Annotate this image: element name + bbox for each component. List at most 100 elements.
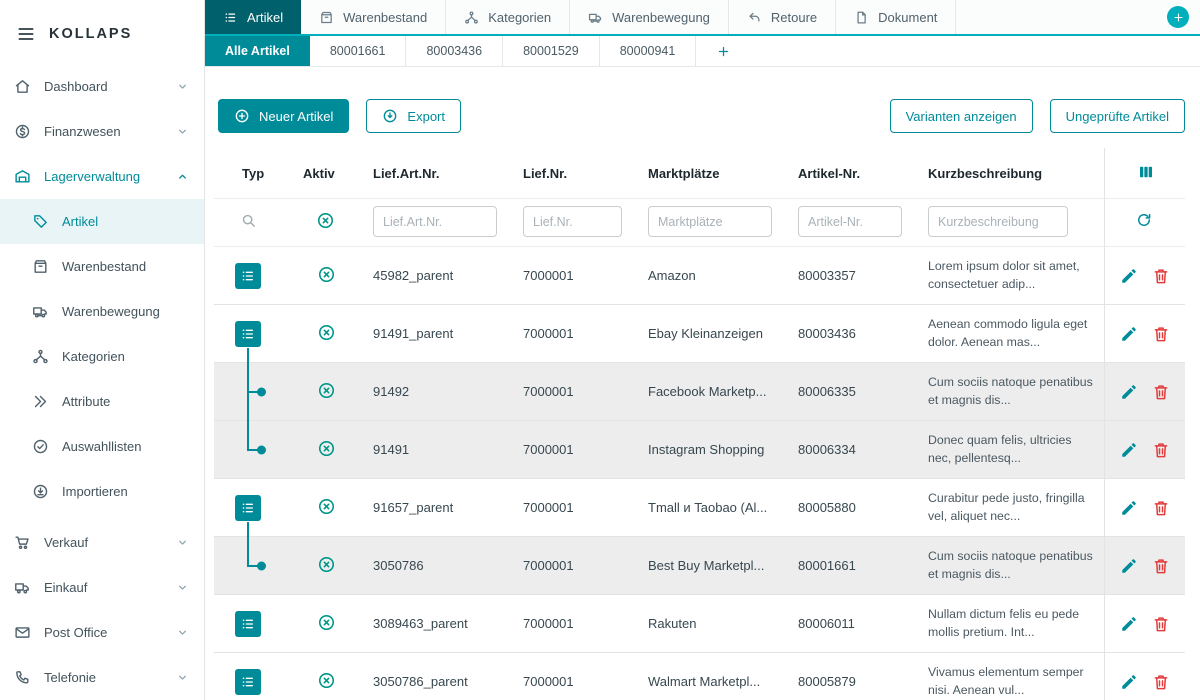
article-list-icon[interactable] xyxy=(235,263,261,289)
article-tab-80003436[interactable]: 80003436 xyxy=(406,36,503,66)
sidebar-item-warenbestand[interactable]: Warenbestand xyxy=(0,244,204,289)
tab-label: Warenbestand xyxy=(343,10,427,25)
cell-marktplatz: Tmall и Taobao (Al... xyxy=(636,479,786,537)
tab-label: Warenbewegung xyxy=(612,10,710,25)
table-row: 45982_parent7000001Amazon80003357Lorem i… xyxy=(214,247,1185,305)
cell-lief-nr: 7000001 xyxy=(511,305,636,363)
sidebar-item-warenbewegung[interactable]: Warenbewegung xyxy=(0,289,204,334)
menu-icon[interactable] xyxy=(16,24,36,44)
cell-marktplatz: Instagram Shopping xyxy=(636,421,786,479)
add-article-tab-button[interactable] xyxy=(696,36,751,66)
article-list-icon[interactable] xyxy=(235,669,261,695)
delete-row-button[interactable] xyxy=(1152,267,1170,285)
content-area: Neuer Artikel Export Varianten anzeigen … xyxy=(205,67,1200,700)
export-button[interactable]: Export xyxy=(366,99,461,133)
edit-row-button[interactable] xyxy=(1120,615,1138,633)
edit-row-button[interactable] xyxy=(1120,557,1138,575)
edit-row-button[interactable] xyxy=(1120,441,1138,459)
attributes-icon xyxy=(32,393,49,410)
tab-artikel[interactable]: Artikel xyxy=(205,0,301,34)
table-row: 3089463_parent7000001Rakuten80006011Null… xyxy=(214,595,1185,653)
sidebar-item-telefonie[interactable]: Telefonie xyxy=(0,655,204,700)
sidebar-item-artikel[interactable]: Artikel xyxy=(0,199,204,244)
variant-node-dot xyxy=(257,387,266,396)
cart-icon xyxy=(14,534,31,551)
tag-icon xyxy=(32,213,49,230)
delete-row-button[interactable] xyxy=(1152,441,1170,459)
cell-lief-art-nr: 45982_parent xyxy=(361,247,511,305)
article-tab-label: 80000941 xyxy=(620,44,676,58)
column-header-marktpl-tze: Marktplätze xyxy=(636,148,786,199)
cell-marktplatz: Rakuten xyxy=(636,595,786,653)
cell-lief-nr: 7000001 xyxy=(511,595,636,653)
sidebar-item-lagerverwaltung[interactable]: Lagerverwaltung xyxy=(0,154,204,199)
delete-row-button[interactable] xyxy=(1152,673,1170,691)
tab-retoure[interactable]: Retoure xyxy=(729,0,836,34)
add-module-button[interactable] xyxy=(1167,6,1189,28)
sidebar-item-kategorien[interactable]: Kategorien xyxy=(0,334,204,379)
delete-row-button[interactable] xyxy=(1152,383,1170,401)
sidebar-item-post-office[interactable]: Post Office xyxy=(0,610,204,655)
columns-icon[interactable] xyxy=(1137,163,1155,181)
cell-marktplatz: Best Buy Marketpl... xyxy=(636,537,786,595)
cell-lief-art-nr: 3050786 xyxy=(361,537,511,595)
article-list-icon[interactable] xyxy=(235,321,261,347)
list-icon xyxy=(223,10,238,25)
active-icon xyxy=(317,439,336,458)
filter-input-lief-nr[interactable] xyxy=(523,206,622,237)
tab-warenbestand[interactable]: Warenbestand xyxy=(301,0,446,34)
article-list-icon[interactable] xyxy=(235,611,261,637)
sidebar-item-dashboard[interactable]: Dashboard xyxy=(0,64,204,109)
purchase-icon xyxy=(14,579,31,596)
sidebar-header: KOLLAPS xyxy=(0,0,204,64)
delete-row-button[interactable] xyxy=(1152,325,1170,343)
article-tab-80001529[interactable]: 80001529 xyxy=(503,36,600,66)
search-icon xyxy=(240,212,257,229)
article-list-icon[interactable] xyxy=(235,495,261,521)
sidebar-item-auswahllisten[interactable]: Auswahllisten xyxy=(0,424,204,469)
filter-input-kurzbeschreibung[interactable] xyxy=(928,206,1068,237)
edit-row-button[interactable] xyxy=(1120,673,1138,691)
show-variants-button[interactable]: Varianten anzeigen xyxy=(890,99,1033,133)
sidebar-item-label: Kategorien xyxy=(62,349,125,364)
delete-row-button[interactable] xyxy=(1152,499,1170,517)
new-article-label: Neuer Artikel xyxy=(259,109,333,124)
tab-dokument[interactable]: Dokument xyxy=(836,0,956,34)
tab-kategorien[interactable]: Kategorien xyxy=(446,0,570,34)
edit-row-button[interactable] xyxy=(1120,499,1138,517)
chevron-down-icon xyxy=(175,625,190,640)
filter-input-lief-art-nr[interactable] xyxy=(373,206,497,237)
edit-row-button[interactable] xyxy=(1120,383,1138,401)
delete-row-button[interactable] xyxy=(1152,557,1170,575)
active-icon[interactable] xyxy=(316,211,335,230)
edit-row-button[interactable] xyxy=(1120,267,1138,285)
article-tab-label: 80003436 xyxy=(426,44,482,58)
plus-icon xyxy=(1172,11,1185,24)
new-article-button[interactable]: Neuer Artikel xyxy=(218,99,349,133)
filter-input-artikel-nr[interactable] xyxy=(798,206,902,237)
cell-artikel-nr: 80006334 xyxy=(786,421,916,479)
tab-label: Dokument xyxy=(878,10,937,25)
sidebar-item-label: Lagerverwaltung xyxy=(44,169,140,184)
filter-input-marktpl-tze[interactable] xyxy=(648,206,772,237)
phone-icon xyxy=(14,669,31,686)
sidebar-item-einkauf[interactable]: Einkauf xyxy=(0,565,204,610)
tab-label: Kategorien xyxy=(488,10,551,25)
article-tab-80001661[interactable]: 80001661 xyxy=(310,36,407,66)
table-row: 3050786_parent7000001Walmart Marketpl...… xyxy=(214,653,1185,700)
sidebar-item-attribute[interactable]: Attribute xyxy=(0,379,204,424)
refresh-icon[interactable] xyxy=(1135,211,1153,229)
tab-warenbewegung[interactable]: Warenbewegung xyxy=(570,0,729,34)
chevron-down-icon xyxy=(175,580,190,595)
column-header-actions xyxy=(1104,148,1185,199)
delete-row-button[interactable] xyxy=(1152,615,1170,633)
article-tab-80000941[interactable]: 80000941 xyxy=(600,36,697,66)
unchecked-articles-button[interactable]: Ungeprüfte Artikel xyxy=(1050,99,1185,133)
article-tab-alle-artikel[interactable]: Alle Artikel xyxy=(205,36,310,66)
sidebar-item-verkauf[interactable]: Verkauf xyxy=(0,520,204,565)
edit-row-button[interactable] xyxy=(1120,325,1138,343)
sidebar-item-finanzwesen[interactable]: Finanzwesen xyxy=(0,109,204,154)
cell-lief-art-nr: 3050786_parent xyxy=(361,653,511,700)
sidebar-item-importieren[interactable]: Importieren xyxy=(0,469,204,514)
tab-label: Artikel xyxy=(247,10,283,25)
